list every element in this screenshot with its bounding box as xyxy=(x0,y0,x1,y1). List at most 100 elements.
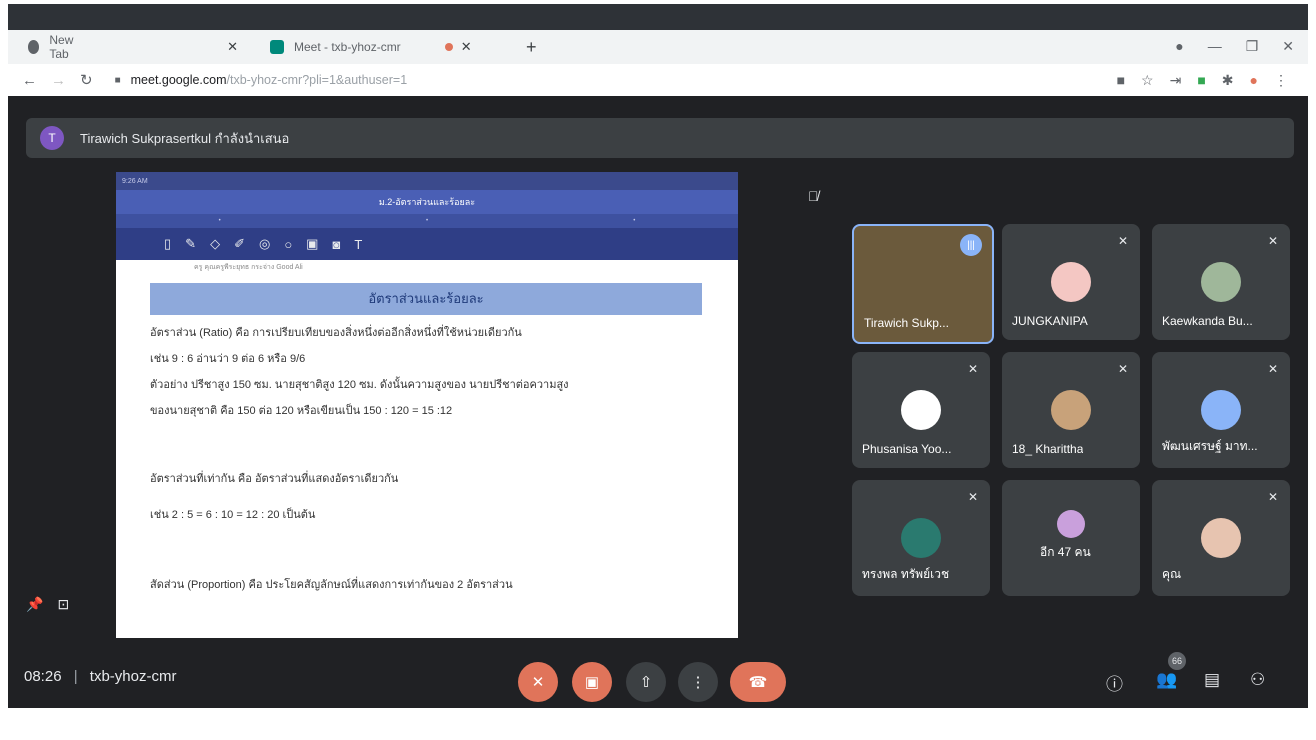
document-line: อัตราส่วน (Ratio) คือ การเปรียบเทียบของส… xyxy=(150,327,522,339)
bottom-control-bar: 08:26 | txb-yhoz-cmr ✕ ▣ ⇧ ⋮ ☎ ⓘ 66 👥 ▤ … xyxy=(8,642,1308,708)
people-count-badge: 66 xyxy=(1168,652,1186,670)
reload-icon[interactable]: ↻ xyxy=(80,71,93,89)
extension-icon[interactable]: ■ xyxy=(1197,72,1205,89)
avatar xyxy=(901,390,941,430)
people-icon[interactable]: 👥 xyxy=(1156,670,1177,690)
participant-name: Phusanisa Yoo... xyxy=(862,442,952,456)
tab-meet[interactable]: Meet - txb-yhoz-cmr ✕ xyxy=(270,34,520,60)
profile-dot-icon[interactable]: ● xyxy=(1175,38,1183,55)
chat-icon[interactable]: ▤ xyxy=(1204,670,1220,690)
presentation-view: 9:26 AM ม.2-อัตราส่วนและร้อยละ • • • ▯ ✎ ◇… xyxy=(116,172,738,638)
more-options-button[interactable]: ⋮ xyxy=(678,662,718,702)
presenting-text: Tirawich Sukprasertkul กำลังนำเสนอ xyxy=(80,130,290,146)
close-tab-icon[interactable]: ✕ xyxy=(227,39,238,55)
avatar xyxy=(1057,510,1085,538)
mic-off-icon: ✕ xyxy=(967,490,978,504)
presenter-mic-off-icon: 🎙̸ xyxy=(808,188,819,204)
document-body: ครู คุณครูพีระยุทธ กระจ่าง Good Ali อัตร… xyxy=(116,262,738,593)
minimize-icon[interactable]: — xyxy=(1208,38,1222,55)
image-icon: ▣ xyxy=(306,236,319,251)
document-heading: อัตราส่วนและร้อยละ xyxy=(150,283,702,315)
tab-label: Meet - txb-yhoz-cmr xyxy=(294,40,401,54)
close-tab-icon[interactable]: ✕ xyxy=(461,39,472,55)
participant-name: 18_ Kharittha xyxy=(1012,442,1084,456)
meeting-time: 08:26 xyxy=(24,668,62,685)
participant-tile[interactable]: ✕ 18_ Kharittha xyxy=(1002,352,1140,468)
document-line: เช่น 9 : 6 อ่านว่า 9 ต่อ 6 หรือ 9/6 xyxy=(150,353,306,365)
chrome-icon xyxy=(28,40,40,54)
participant-name: ทรงพล ทรัพย์เวช xyxy=(862,567,950,581)
extension-arrow-icon[interactable]: ⇥ xyxy=(1170,72,1182,89)
document-line: ของนายสุชาติ คือ 150 ต่อ 120 หรือเขียนเป… xyxy=(150,405,453,417)
profile-icon[interactable]: ● xyxy=(1250,72,1258,89)
url-field[interactable]: meet.google.com/txb-yhoz-cmr?pli=1&authu… xyxy=(131,73,408,87)
participant-tile[interactable]: ✕ ทรงพล ทรัพย์เวช xyxy=(852,480,990,596)
mic-off-icon: ✕ xyxy=(1267,490,1278,504)
mic-off-button[interactable]: ✕ xyxy=(518,662,558,702)
forward-icon[interactable]: → xyxy=(51,72,66,89)
url-domain: meet.google.com xyxy=(130,73,227,87)
document-line: สัดส่วน (Proportion) คือ ประโยคสัญลักษณ์… xyxy=(150,579,513,591)
participant-tile[interactable]: ✕ Kaewkanda Bu... xyxy=(1152,224,1290,340)
plus-icon: + xyxy=(526,36,537,57)
divider: | xyxy=(73,668,78,685)
book-icon: ▯ xyxy=(164,236,172,251)
puzzle-icon[interactable]: ✱ xyxy=(1222,72,1234,89)
pin-controls: 📌 ⊡ xyxy=(26,596,69,613)
back-icon[interactable]: ← xyxy=(22,72,37,89)
participant-name: Tirawich Sukp... xyxy=(864,316,949,330)
participant-tile[interactable]: ✕ คุณ xyxy=(1152,480,1290,596)
activities-icon[interactable]: ⚇ xyxy=(1250,670,1265,690)
end-call-button[interactable]: ☎ xyxy=(730,662,786,702)
recording-dot-icon xyxy=(444,43,453,51)
participant-name: JUNGKANIPA xyxy=(1012,314,1088,328)
url-path: /txb-yhoz-cmr?pli=1&authuser=1 xyxy=(226,73,408,87)
participant-name: Kaewkanda Bu... xyxy=(1162,314,1253,328)
address-bar: ← → ↻ ■ meet.google.com/txb-yhoz-cmr?pli… xyxy=(8,64,1308,96)
more-vert-icon: ⋮ xyxy=(690,674,706,691)
star-icon[interactable]: ☆ xyxy=(1141,72,1154,89)
camera-tool-icon: ◙ xyxy=(332,236,341,252)
info-icon[interactable]: ⓘ xyxy=(1106,670,1123,695)
browser-tab-bar: New Tab ✕ Meet - txb-yhoz-cmr ✕ + ● — ❐ … xyxy=(8,30,1308,64)
document-subtitle: ครู คุณครูพีระยุทธ กระจ่าง Good Ali xyxy=(194,264,303,271)
ipad-status-bar: 9:26 AM xyxy=(116,172,738,190)
participant-tile[interactable]: ✕ พัฒนเศรษฐ์ มาท... xyxy=(1152,352,1290,468)
maximize-icon[interactable]: ❐ xyxy=(1246,38,1259,55)
tab-new-tab[interactable]: New Tab ✕ xyxy=(28,33,238,61)
presenting-banner: T Tirawich Sukprasertkul กำลังนำเสนอ xyxy=(26,118,1294,158)
mic-off-icon: ✕ xyxy=(1117,362,1128,376)
mic-off-icon: ✕ xyxy=(1267,362,1278,376)
present-screen-icon[interactable]: ⊡ xyxy=(57,596,69,613)
document-line: อัตราส่วนที่เท่ากัน คือ อัตราส่วนที่แสดง… xyxy=(150,473,399,485)
avatar xyxy=(1201,518,1241,558)
meeting-info: 08:26 | txb-yhoz-cmr xyxy=(24,668,176,685)
participant-tile[interactable]: ✕ Phusanisa Yoo... xyxy=(852,352,990,468)
toolbar-icons: ■ ☆ ⇥ ■ ✱ ● ⋮ xyxy=(1117,72,1288,89)
meet-main: T Tirawich Sukprasertkul กำลังนำเสนอ 9:2… xyxy=(8,96,1308,708)
participant-name: อีก 47 คน xyxy=(1040,545,1091,559)
avatar xyxy=(1201,262,1241,302)
window-controls: ● — ❐ ✕ xyxy=(1175,38,1294,55)
pin-icon[interactable]: 📌 xyxy=(26,596,43,613)
menu-icon[interactable]: ⋮ xyxy=(1274,72,1288,89)
mic-off-icon: ✕ xyxy=(531,674,545,691)
document-line: ตัวอย่าง ปรีชาสูง 150 ซม. นายสุชาติสูง 1… xyxy=(150,379,569,391)
present-icon: ⇧ xyxy=(639,674,653,691)
lock-icon: ■ xyxy=(114,74,121,86)
participant-tile[interactable]: ||| Tirawich Sukp... xyxy=(852,224,994,344)
avatar xyxy=(1051,262,1091,302)
close-window-icon[interactable]: ✕ xyxy=(1282,38,1294,55)
present-button[interactable]: ⇧ xyxy=(626,662,666,702)
meeting-code: txb-yhoz-cmr xyxy=(89,668,177,685)
camera-icon[interactable]: ■ xyxy=(1117,72,1125,89)
participant-tile-others[interactable]: อีก 47 คน xyxy=(1002,480,1140,596)
phone-hangup-icon: ☎ xyxy=(748,674,768,691)
document-tabs: • • • xyxy=(116,214,738,228)
document-title: ม.2-อัตราส่วนและร้อยละ xyxy=(116,190,738,214)
mic-off-icon: ✕ xyxy=(967,362,978,376)
camera-off-button[interactable]: ▣ xyxy=(572,662,612,702)
new-tab-button[interactable]: + xyxy=(526,34,537,60)
participant-tile[interactable]: ✕ JUNGKANIPA xyxy=(1002,224,1140,340)
avatar xyxy=(901,518,941,558)
